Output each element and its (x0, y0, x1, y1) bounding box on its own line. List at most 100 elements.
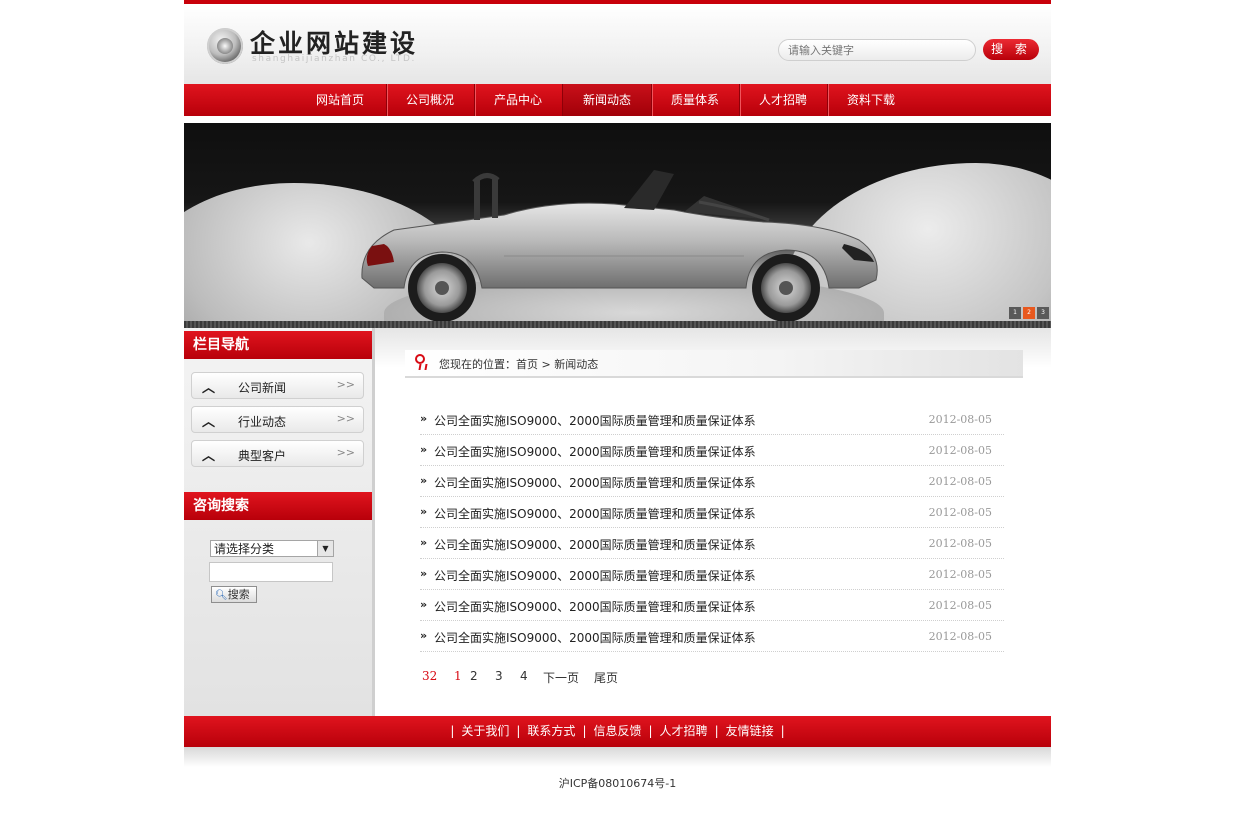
double-chevron-icon: » (420, 505, 428, 518)
keyword-input[interactable] (209, 562, 333, 582)
sidebar-item-label: 行业动态 (238, 415, 287, 429)
header: 企业网站建设 shanghaijianzhan CO., LTD. 搜 索 (184, 4, 1051, 84)
sidebar-item-label: 公司新闻 (238, 381, 287, 395)
pager-current-page: 1 (454, 669, 462, 683)
sidebar-nav-title: 栏目导航 (184, 331, 372, 359)
news-title-link[interactable]: 公司全面实施ISO9000、2000国际质量管理和质量保证体系 (434, 474, 756, 491)
search-box (778, 39, 976, 61)
pager-total: 32 (422, 669, 438, 683)
icp-license-text: 沪ICP备08010674号-1 (558, 777, 677, 790)
breadcrumb: 您现在的位置：首页 > 新闻动态 (405, 350, 1023, 378)
sidebar-search-label: 搜索 (227, 588, 250, 601)
slide-dot[interactable]: 3 (1037, 307, 1049, 319)
slide-indicators: 123 (1007, 303, 1049, 319)
news-row: » 公司全面实施ISO9000、2000国际质量管理和质量保证体系 2012-0… (420, 497, 1004, 528)
footer-separator: | (780, 724, 785, 738)
footer-separator: | (450, 724, 455, 738)
pager-page-link[interactable]: 3 (495, 669, 503, 683)
category-select[interactable]: 请选择分类 ▼ (210, 540, 334, 557)
double-chevron-icon: » (420, 443, 428, 456)
chevron-up-icon: ︿ (202, 449, 216, 464)
news-row: » 公司全面实施ISO9000、2000国际质量管理和质量保证体系 2012-0… (420, 621, 1004, 652)
nav-item-home[interactable]: 网站首页 (296, 84, 384, 116)
footer-link-jobs[interactable]: 人才招聘 (660, 724, 708, 738)
sidebar-item-industry[interactable]: ︿ 行业动态 >> (191, 406, 364, 433)
double-chevron-icon: » (420, 474, 428, 487)
news-row: » 公司全面实施ISO9000、2000国际质量管理和质量保证体系 2012-0… (420, 590, 1004, 621)
news-date: 2012-08-05 (928, 568, 992, 581)
slide-dot[interactable]: 1 (1009, 307, 1021, 319)
footer-link-feedback[interactable]: 信息反馈 (593, 724, 641, 738)
nav-item-quality[interactable]: 质量体系 (651, 84, 739, 116)
news-date: 2012-08-05 (928, 599, 992, 612)
news-date: 2012-08-05 (928, 506, 992, 519)
news-title-link[interactable]: 公司全面实施ISO9000、2000国际质量管理和质量保证体系 (434, 598, 756, 615)
banner-car-image (361, 170, 878, 321)
footer-shadow (184, 747, 1051, 767)
pager-next-link[interactable]: 下一页 (543, 669, 579, 686)
main-nav: 网站首页 公司概况 产品中心 新闻动态 质量体系 人才招聘 资料下载 (184, 84, 1051, 116)
double-arrow-icon: >> (336, 378, 355, 391)
news-title-link[interactable]: 公司全面实施ISO9000、2000国际质量管理和质量保证体系 (434, 412, 756, 429)
pager-last-link[interactable]: 尾页 (594, 669, 618, 686)
news-title-link[interactable]: 公司全面实施ISO9000、2000国际质量管理和质量保证体系 (434, 443, 756, 460)
footer-separator: | (648, 724, 653, 738)
logo-subtitle: shanghaijianzhan CO., LTD. (252, 54, 417, 64)
footer-link-about[interactable]: 关于我们 (461, 724, 509, 738)
double-chevron-icon: » (420, 536, 428, 549)
main-content: 您现在的位置：首页 > 新闻动态 » 公司全面实施ISO9000、2000国际质… (375, 328, 1051, 716)
news-row: » 公司全面实施ISO9000、2000国际质量管理和质量保证体系 2012-0… (420, 466, 1004, 497)
footer-bar: | 关于我们 | 联系方式 | 信息反馈 | 人才招聘 | 友情链接 | (184, 716, 1051, 747)
nav-item-news[interactable]: 新闻动态 (563, 84, 651, 116)
news-date: 2012-08-05 (928, 475, 992, 488)
footer-link-friends[interactable]: 友情链接 (726, 724, 774, 738)
double-arrow-icon: >> (336, 446, 355, 459)
footer-separator: | (714, 724, 719, 738)
footer-separator: | (582, 724, 587, 738)
news-date: 2012-08-05 (928, 537, 992, 550)
logo-wheel-icon (207, 28, 243, 64)
breadcrumb-text: 您现在的位置：首页 > 新闻动态 (439, 358, 599, 371)
news-date: 2012-08-05 (928, 444, 992, 457)
footer-link-contact[interactable]: 联系方式 (527, 724, 575, 738)
news-date: 2012-08-05 (928, 630, 992, 643)
dropdown-caret-icon: ▼ (317, 541, 333, 556)
sidebar-item-company-news[interactable]: ︿ 公司新闻 >> (191, 372, 364, 399)
news-title-link[interactable]: 公司全面实施ISO9000、2000国际质量管理和质量保证体系 (434, 505, 756, 522)
nav-item-about[interactable]: 公司概况 (386, 84, 474, 116)
slide-dot-active[interactable]: 2 (1023, 307, 1035, 319)
double-arrow-icon: >> (336, 412, 355, 425)
magnifier-icon: 🔍︎ (215, 590, 228, 601)
double-chevron-icon: » (420, 412, 428, 425)
search-input[interactable] (779, 40, 968, 60)
double-chevron-icon: » (420, 567, 428, 580)
location-pin-icon (415, 354, 425, 364)
double-chevron-icon: » (420, 598, 428, 611)
category-select-value: 请选择分类 (214, 542, 275, 556)
news-date: 2012-08-05 (928, 413, 992, 426)
page: 企业网站建设 shanghaijianzhan CO., LTD. 搜 索 网站… (184, 0, 1051, 817)
sidebar-search-title: 咨询搜索 (184, 492, 372, 520)
sidebar-item-label: 典型客户 (238, 449, 287, 463)
hero-banner: 123 (184, 123, 1051, 321)
sidebar-search-button[interactable]: 🔍︎搜索 (211, 586, 257, 603)
search-button[interactable]: 搜 索 (983, 39, 1039, 60)
news-row: » 公司全面实施ISO9000、2000国际质量管理和质量保证体系 2012-0… (420, 528, 1004, 559)
pager-page-link[interactable]: 4 (520, 669, 528, 683)
chevron-up-icon: ︿ (202, 415, 216, 430)
news-title-link[interactable]: 公司全面实施ISO9000、2000国际质量管理和质量保证体系 (434, 536, 756, 553)
nav-item-jobs[interactable]: 人才招聘 (739, 84, 827, 116)
footer-links: | 关于我们 | 联系方式 | 信息反馈 | 人才招聘 | 友情链接 | (184, 716, 1051, 747)
chevron-up-icon: ︿ (202, 381, 216, 396)
news-title-link[interactable]: 公司全面实施ISO9000、2000国际质量管理和质量保证体系 (434, 629, 756, 646)
news-row: » 公司全面实施ISO9000、2000国际质量管理和质量保证体系 2012-0… (420, 559, 1004, 590)
nav-item-products[interactable]: 产品中心 (474, 84, 562, 116)
news-row: » 公司全面实施ISO9000、2000国际质量管理和质量保证体系 2012-0… (420, 435, 1004, 466)
footer-separator: | (516, 724, 521, 738)
sidebar-item-clients[interactable]: ︿ 典型客户 >> (191, 440, 364, 467)
pager-page-link[interactable]: 2 (470, 669, 478, 683)
double-chevron-icon: » (420, 629, 428, 642)
sidebar: 栏目导航 ︿ 公司新闻 >> ︿ 行业动态 >> ︿ 典型客户 >> 咨询搜索 … (184, 328, 375, 716)
nav-item-downloads[interactable]: 资料下载 (827, 84, 915, 116)
news-title-link[interactable]: 公司全面实施ISO9000、2000国际质量管理和质量保证体系 (434, 567, 756, 584)
